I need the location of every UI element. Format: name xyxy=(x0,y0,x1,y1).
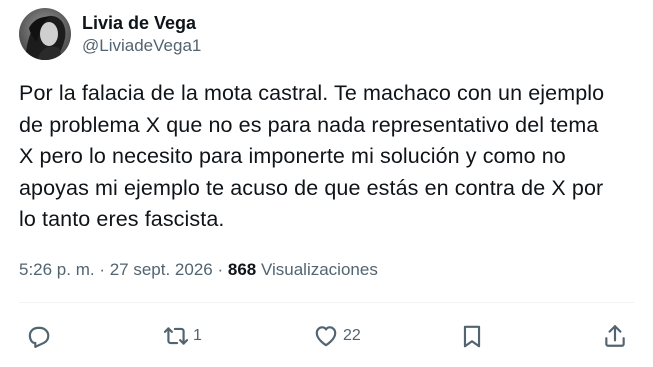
retweet-icon xyxy=(163,327,189,345)
like-button[interactable]: 22 xyxy=(313,318,361,354)
author-handle[interactable]: @LiviadeVega1 xyxy=(82,35,201,57)
views-count: 868 xyxy=(227,260,257,279)
avatar-image xyxy=(19,8,71,60)
bookmark-icon xyxy=(463,325,481,348)
meta-separator: · xyxy=(94,260,110,279)
heart-icon xyxy=(315,326,337,347)
bookmark-button[interactable] xyxy=(459,318,485,354)
author-display-name[interactable]: Livia de Vega xyxy=(82,11,201,35)
meta-separator: · xyxy=(212,260,228,279)
retweet-button[interactable]: 1 xyxy=(163,318,202,354)
like-count: 22 xyxy=(343,327,361,344)
retweet-count: 1 xyxy=(193,327,202,344)
tweet-card: Livia de Vega @LiviadeVega1 Por la falac… xyxy=(0,0,653,367)
views-label: Visualizaciones xyxy=(256,260,378,279)
divider xyxy=(19,302,634,303)
tweet-time[interactable]: 5:26 p. m. xyxy=(19,260,95,279)
tweet-header: Livia de Vega @LiviadeVega1 xyxy=(19,6,201,62)
share-button[interactable] xyxy=(602,318,628,354)
reply-icon xyxy=(28,326,50,348)
reply-button[interactable] xyxy=(25,318,55,354)
share-icon xyxy=(605,325,625,347)
tweet-meta: 5:26 p. m. · 27 sept. 2026 · 868 Visuali… xyxy=(19,258,378,282)
author-names: Livia de Vega @LiviadeVega1 xyxy=(82,11,201,57)
avatar[interactable] xyxy=(19,8,71,60)
action-bar: 1 22 xyxy=(19,318,634,354)
tweet-date[interactable]: 27 sept. 2026 xyxy=(110,260,213,279)
tweet-text: Por la falacia de la mota castral. Te ma… xyxy=(19,81,605,231)
